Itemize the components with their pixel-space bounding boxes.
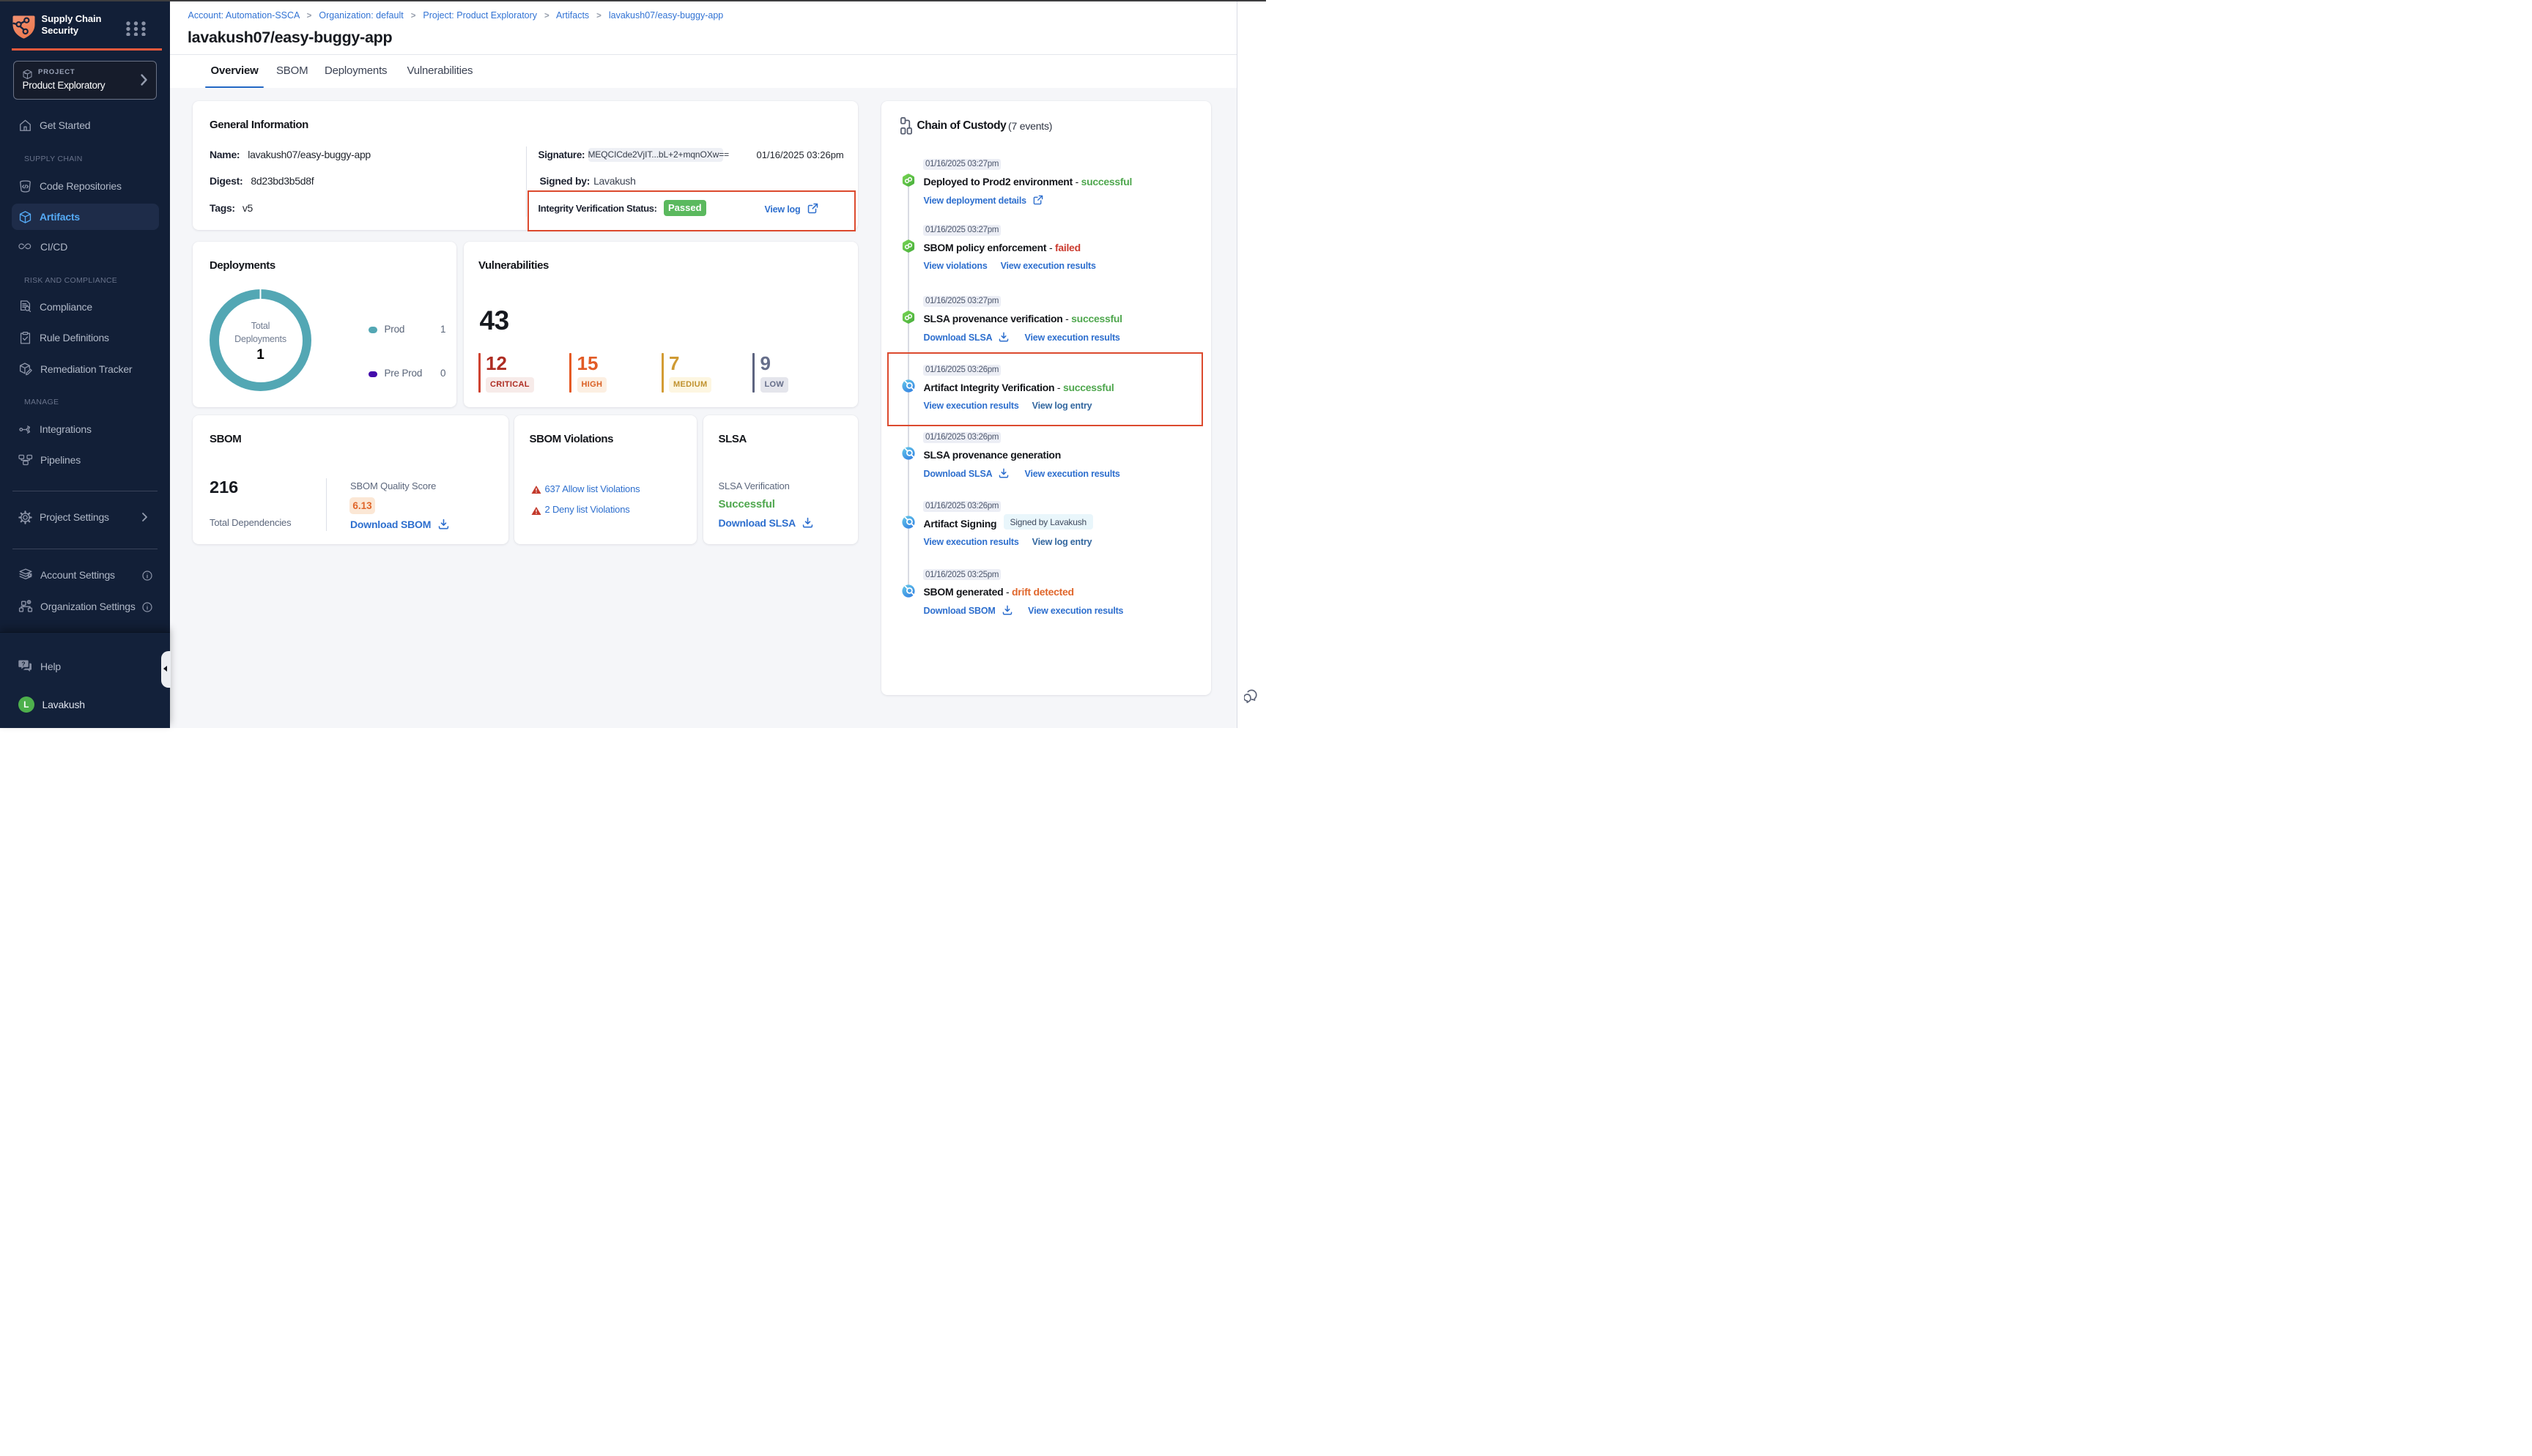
svg-text:?: ? [21, 660, 25, 667]
